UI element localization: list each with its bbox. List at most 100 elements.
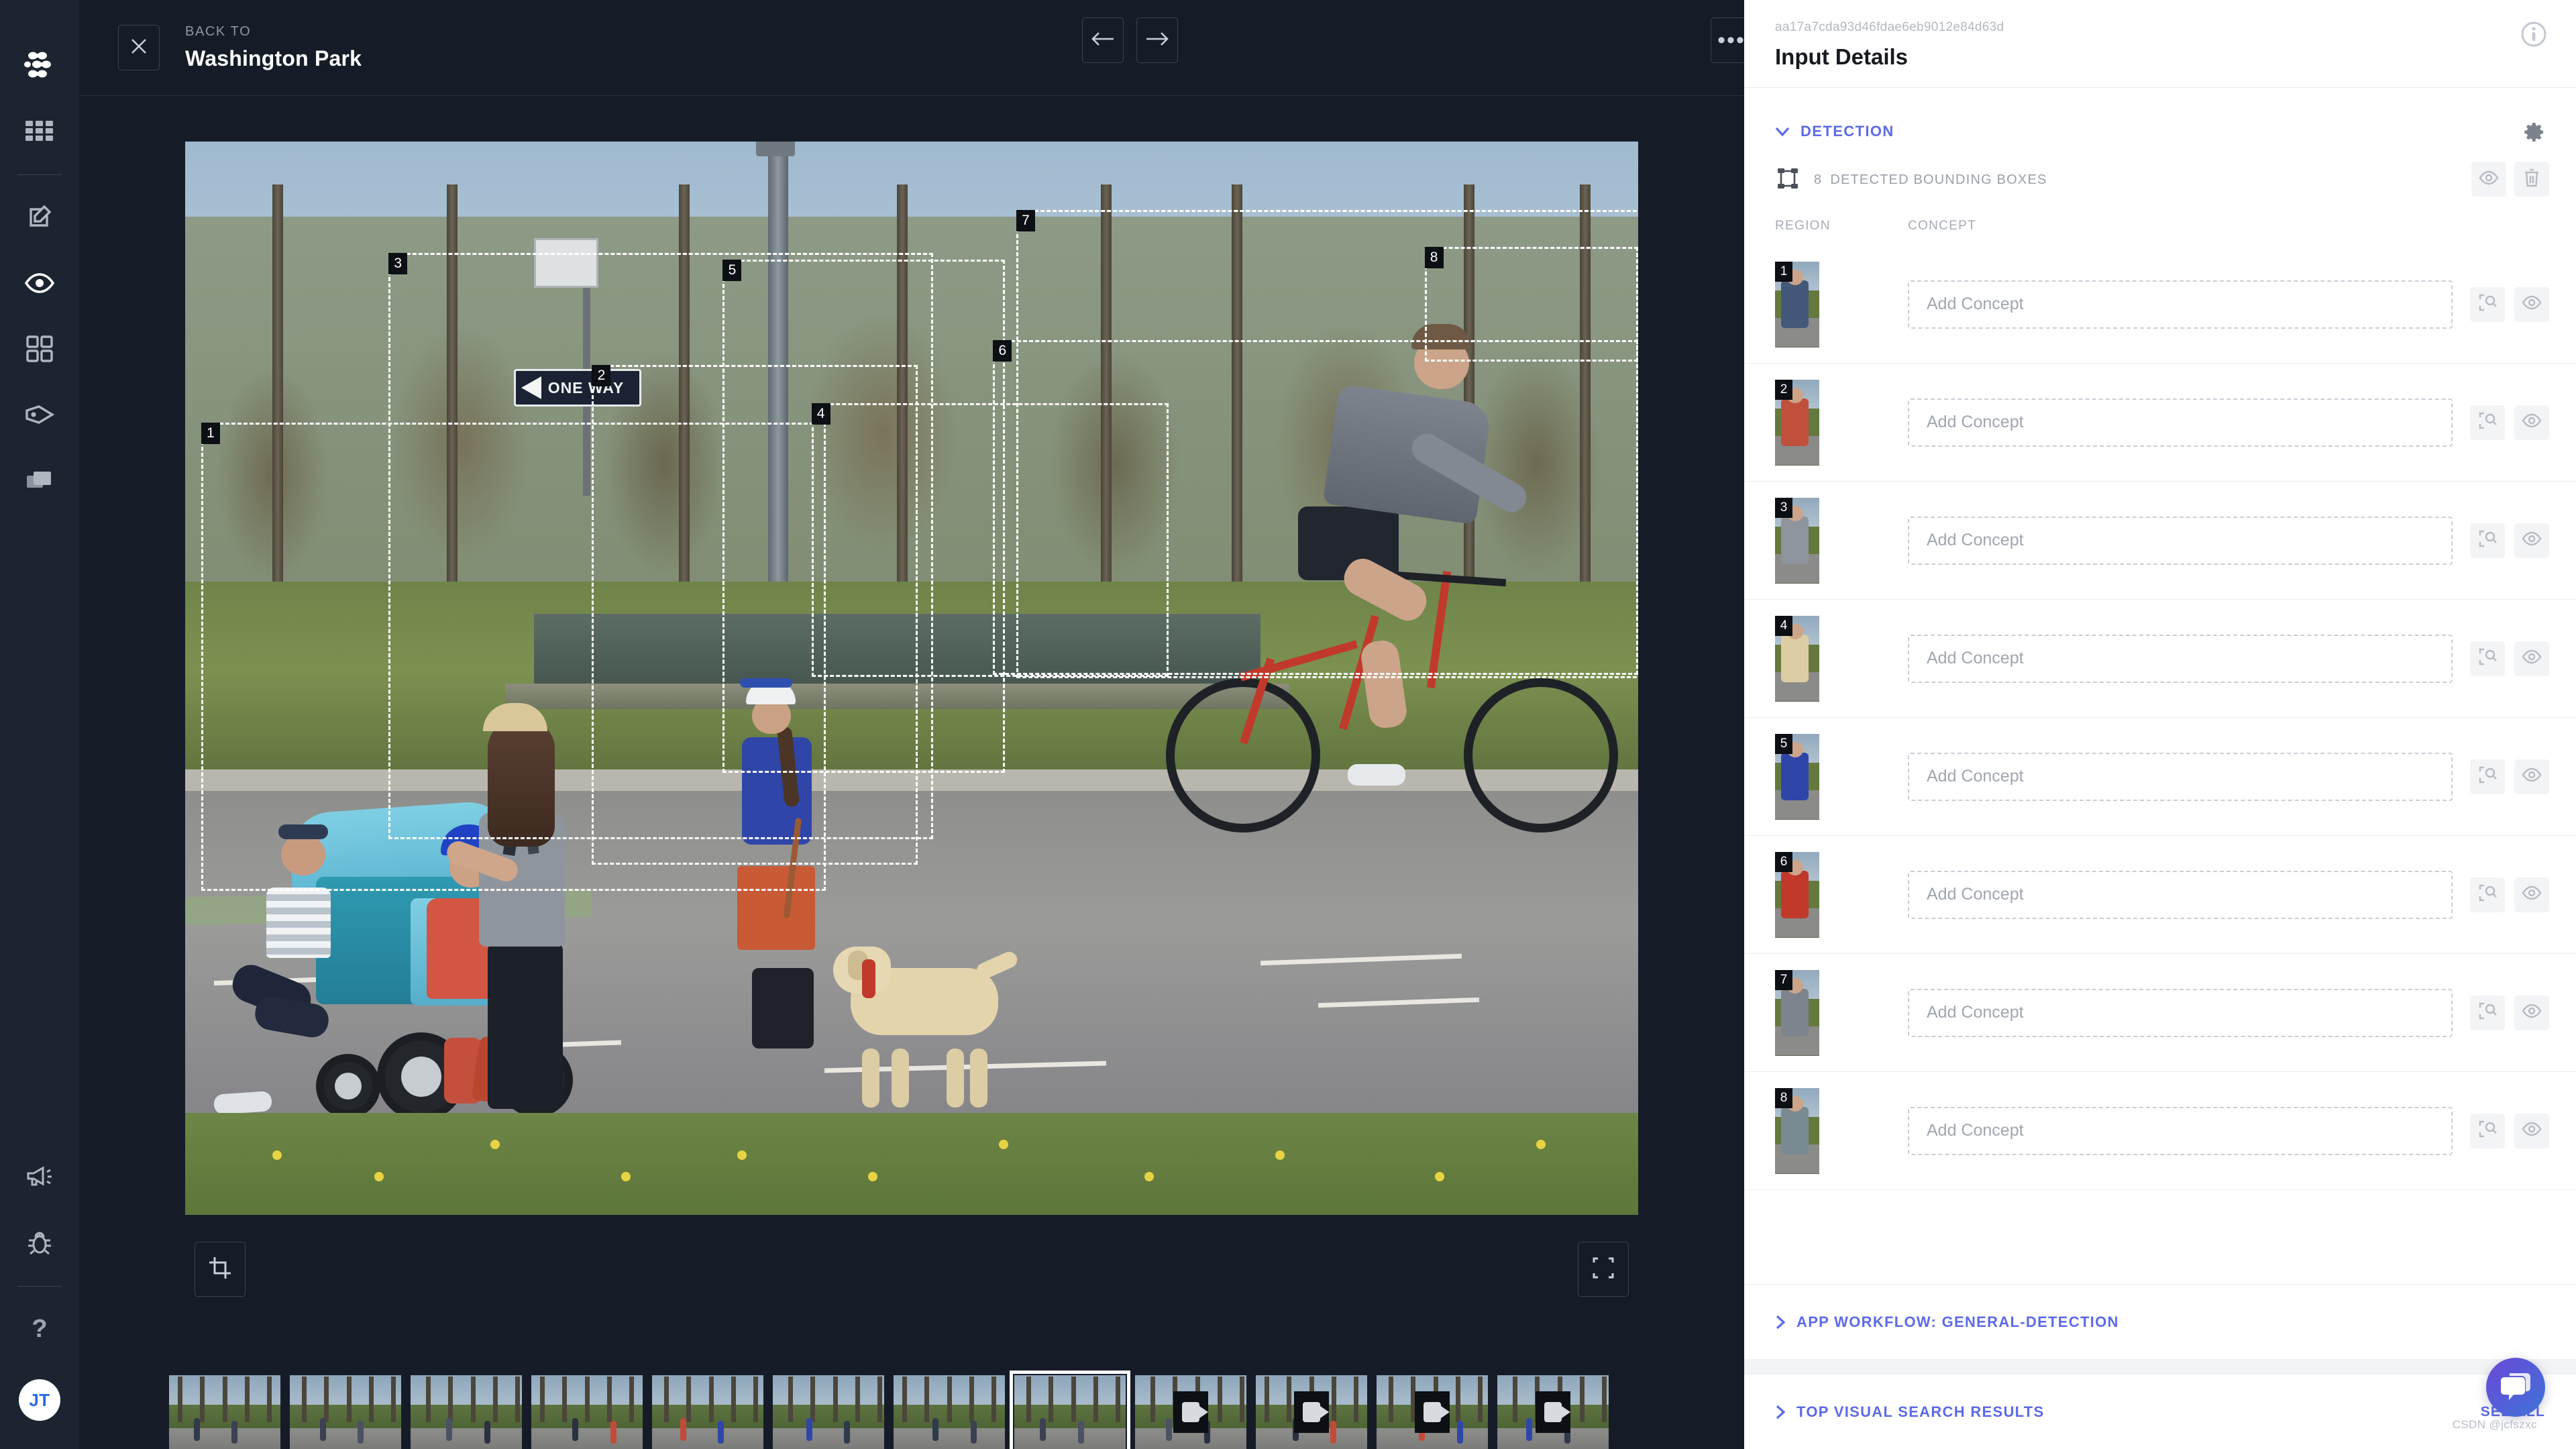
region-thumbnail[interactable]: 8 <box>1775 1087 1819 1174</box>
sidebar-item-modules[interactable] <box>15 325 64 373</box>
filmstrip-item[interactable] <box>1256 1375 1367 1449</box>
stack-icon <box>25 469 54 492</box>
next-button[interactable] <box>1136 17 1178 63</box>
eye-icon <box>2479 170 2499 189</box>
sidebar-item-concepts[interactable] <box>15 390 64 439</box>
column-concept: CONCEPT <box>1908 219 1976 233</box>
chevron-right-icon[interactable] <box>1775 1315 1786 1330</box>
detection-row: 5 Add Concept <box>1744 718 2576 836</box>
annotated-image[interactable]: ONE WAY 1 2 3 4 5 6 7 8 <box>185 142 1638 1215</box>
filmstrip-item[interactable] <box>1135 1375 1246 1449</box>
sidebar-item-explorer[interactable] <box>15 259 64 307</box>
delete-all-button[interactable] <box>2514 162 2549 197</box>
section-gap <box>1744 1359 2576 1374</box>
filmstrip-item[interactable] <box>531 1375 643 1449</box>
visual-search-button[interactable] <box>2470 641 2505 676</box>
toggle-all-visibility-button[interactable] <box>2471 162 2506 197</box>
add-concept-input[interactable]: Add Concept <box>1908 752 2453 801</box>
breadcrumb-kicker: BACK TO <box>185 24 252 39</box>
cyclist-shoe <box>1347 764 1405 786</box>
region-thumbnail[interactable]: 1 <box>1775 261 1819 347</box>
close-button[interactable] <box>118 25 160 70</box>
add-concept-input[interactable]: Add Concept <box>1908 398 2453 447</box>
sidebar-item-announcements[interactable] <box>15 1152 64 1201</box>
dandelion <box>621 1172 631 1181</box>
row-actions <box>2470 759 2549 794</box>
chevron-right-icon[interactable] <box>1775 1405 1786 1419</box>
eye-icon <box>24 272 55 294</box>
breadcrumb[interactable]: BACK TO Washington Park <box>185 24 362 71</box>
sidebar-item-annotate[interactable] <box>15 193 64 241</box>
filmstrip-item[interactable] <box>290 1375 401 1449</box>
visual-search-button[interactable] <box>2470 286 2505 322</box>
toggle-visibility-button[interactable] <box>2514 523 2549 558</box>
thumbnail-image <box>652 1375 763 1449</box>
visual-search-button[interactable] <box>2470 759 2505 794</box>
dog-leg <box>969 1049 987 1108</box>
eye-icon <box>2522 649 2542 667</box>
eye-icon <box>2522 413 2542 431</box>
region-number: 2 <box>1775 379 1792 400</box>
filmstrip-item[interactable] <box>773 1375 884 1449</box>
chat-button[interactable] <box>2486 1358 2545 1417</box>
visual-search-button[interactable] <box>2470 1113 2505 1148</box>
crop-tool-button[interactable] <box>195 1242 246 1297</box>
avatar[interactable]: JT <box>19 1379 60 1421</box>
region-thumbnail[interactable]: 6 <box>1775 851 1819 938</box>
bounding-box-5[interactable]: 5 <box>722 260 1005 773</box>
filmstrip-item-selected[interactable] <box>1010 1371 1130 1449</box>
region-thumbnail[interactable]: 3 <box>1775 497 1819 584</box>
visual-search-section[interactable]: TOP VISUAL SEARCH RESULTS SEE ALL <box>1744 1374 2576 1449</box>
sidebar-item-collections[interactable] <box>15 456 64 504</box>
region-number: 6 <box>1775 851 1792 872</box>
filmstrip-item[interactable] <box>169 1375 280 1449</box>
video-badge-icon <box>1294 1391 1329 1433</box>
add-concept-input[interactable]: Add Concept <box>1908 634 2453 683</box>
clarifai-logo-icon[interactable] <box>15 41 64 89</box>
info-button[interactable] <box>2521 21 2546 50</box>
dandelion <box>998 1140 1008 1149</box>
visual-search-button[interactable] <box>2470 877 2505 912</box>
visual-search-button[interactable] <box>2470 995 2505 1030</box>
add-concept-input[interactable]: Add Concept <box>1908 280 2453 329</box>
bounding-box-icon <box>1591 1256 1615 1283</box>
add-concept-input[interactable]: Add Concept <box>1908 988 2453 1037</box>
region-thumbnail[interactable]: 7 <box>1775 969 1819 1056</box>
filmstrip-item[interactable] <box>652 1375 763 1449</box>
region-thumbnail[interactable]: 2 <box>1775 379 1819 466</box>
panel-header: aa17a7cda93d46fdae6eb9012e84d63d Input D… <box>1744 0 2576 88</box>
toggle-visibility-button[interactable] <box>2514 877 2549 912</box>
sidebar-item-report-bug[interactable] <box>15 1218 64 1267</box>
dandelion <box>1434 1172 1444 1181</box>
bounding-box-tool-button[interactable] <box>1578 1242 1629 1297</box>
add-concept-placeholder: Add Concept <box>1927 1121 2024 1140</box>
filmstrip-item[interactable] <box>1377 1375 1488 1449</box>
region-thumbnail[interactable]: 5 <box>1775 733 1819 820</box>
toggle-visibility-button[interactable] <box>2514 641 2549 676</box>
filmstrip-item[interactable] <box>411 1375 522 1449</box>
add-concept-input[interactable]: Add Concept <box>1908 1106 2453 1155</box>
add-concept-input[interactable]: Add Concept <box>1908 870 2453 919</box>
sidebar-item-help[interactable]: ? <box>15 1305 64 1353</box>
filmstrip[interactable] <box>158 1360 1823 1449</box>
toggle-visibility-button[interactable] <box>2514 995 2549 1030</box>
app-workflow-section[interactable]: APP WORKFLOW: GENERAL-DETECTION <box>1744 1284 2576 1359</box>
detection-row: 3 Add Concept <box>1744 482 2576 600</box>
filmstrip-item[interactable] <box>894 1375 1005 1449</box>
filmstrip-item[interactable] <box>1497 1375 1609 1449</box>
detection-section-header[interactable]: DETECTION <box>1744 88 2576 142</box>
visual-search-button[interactable] <box>2470 523 2505 558</box>
toggle-visibility-button[interactable] <box>2514 286 2549 322</box>
image-viewer: BACK TO Washington Park ••• ONE WAY 1 2 … <box>79 0 1752 1449</box>
visual-search-button[interactable] <box>2470 405 2505 440</box>
add-concept-input[interactable]: Add Concept <box>1908 516 2453 565</box>
sidebar-item-apps[interactable] <box>15 107 64 155</box>
toggle-visibility-button[interactable] <box>2514 759 2549 794</box>
bounding-box-8[interactable]: 8 <box>1424 246 1638 362</box>
chevron-down-icon[interactable] <box>1775 126 1790 137</box>
region-thumbnail[interactable]: 4 <box>1775 615 1819 702</box>
row-actions <box>2470 641 2549 676</box>
toggle-visibility-button[interactable] <box>2514 1113 2549 1148</box>
previous-button[interactable] <box>1082 17 1124 63</box>
toggle-visibility-button[interactable] <box>2514 405 2549 440</box>
